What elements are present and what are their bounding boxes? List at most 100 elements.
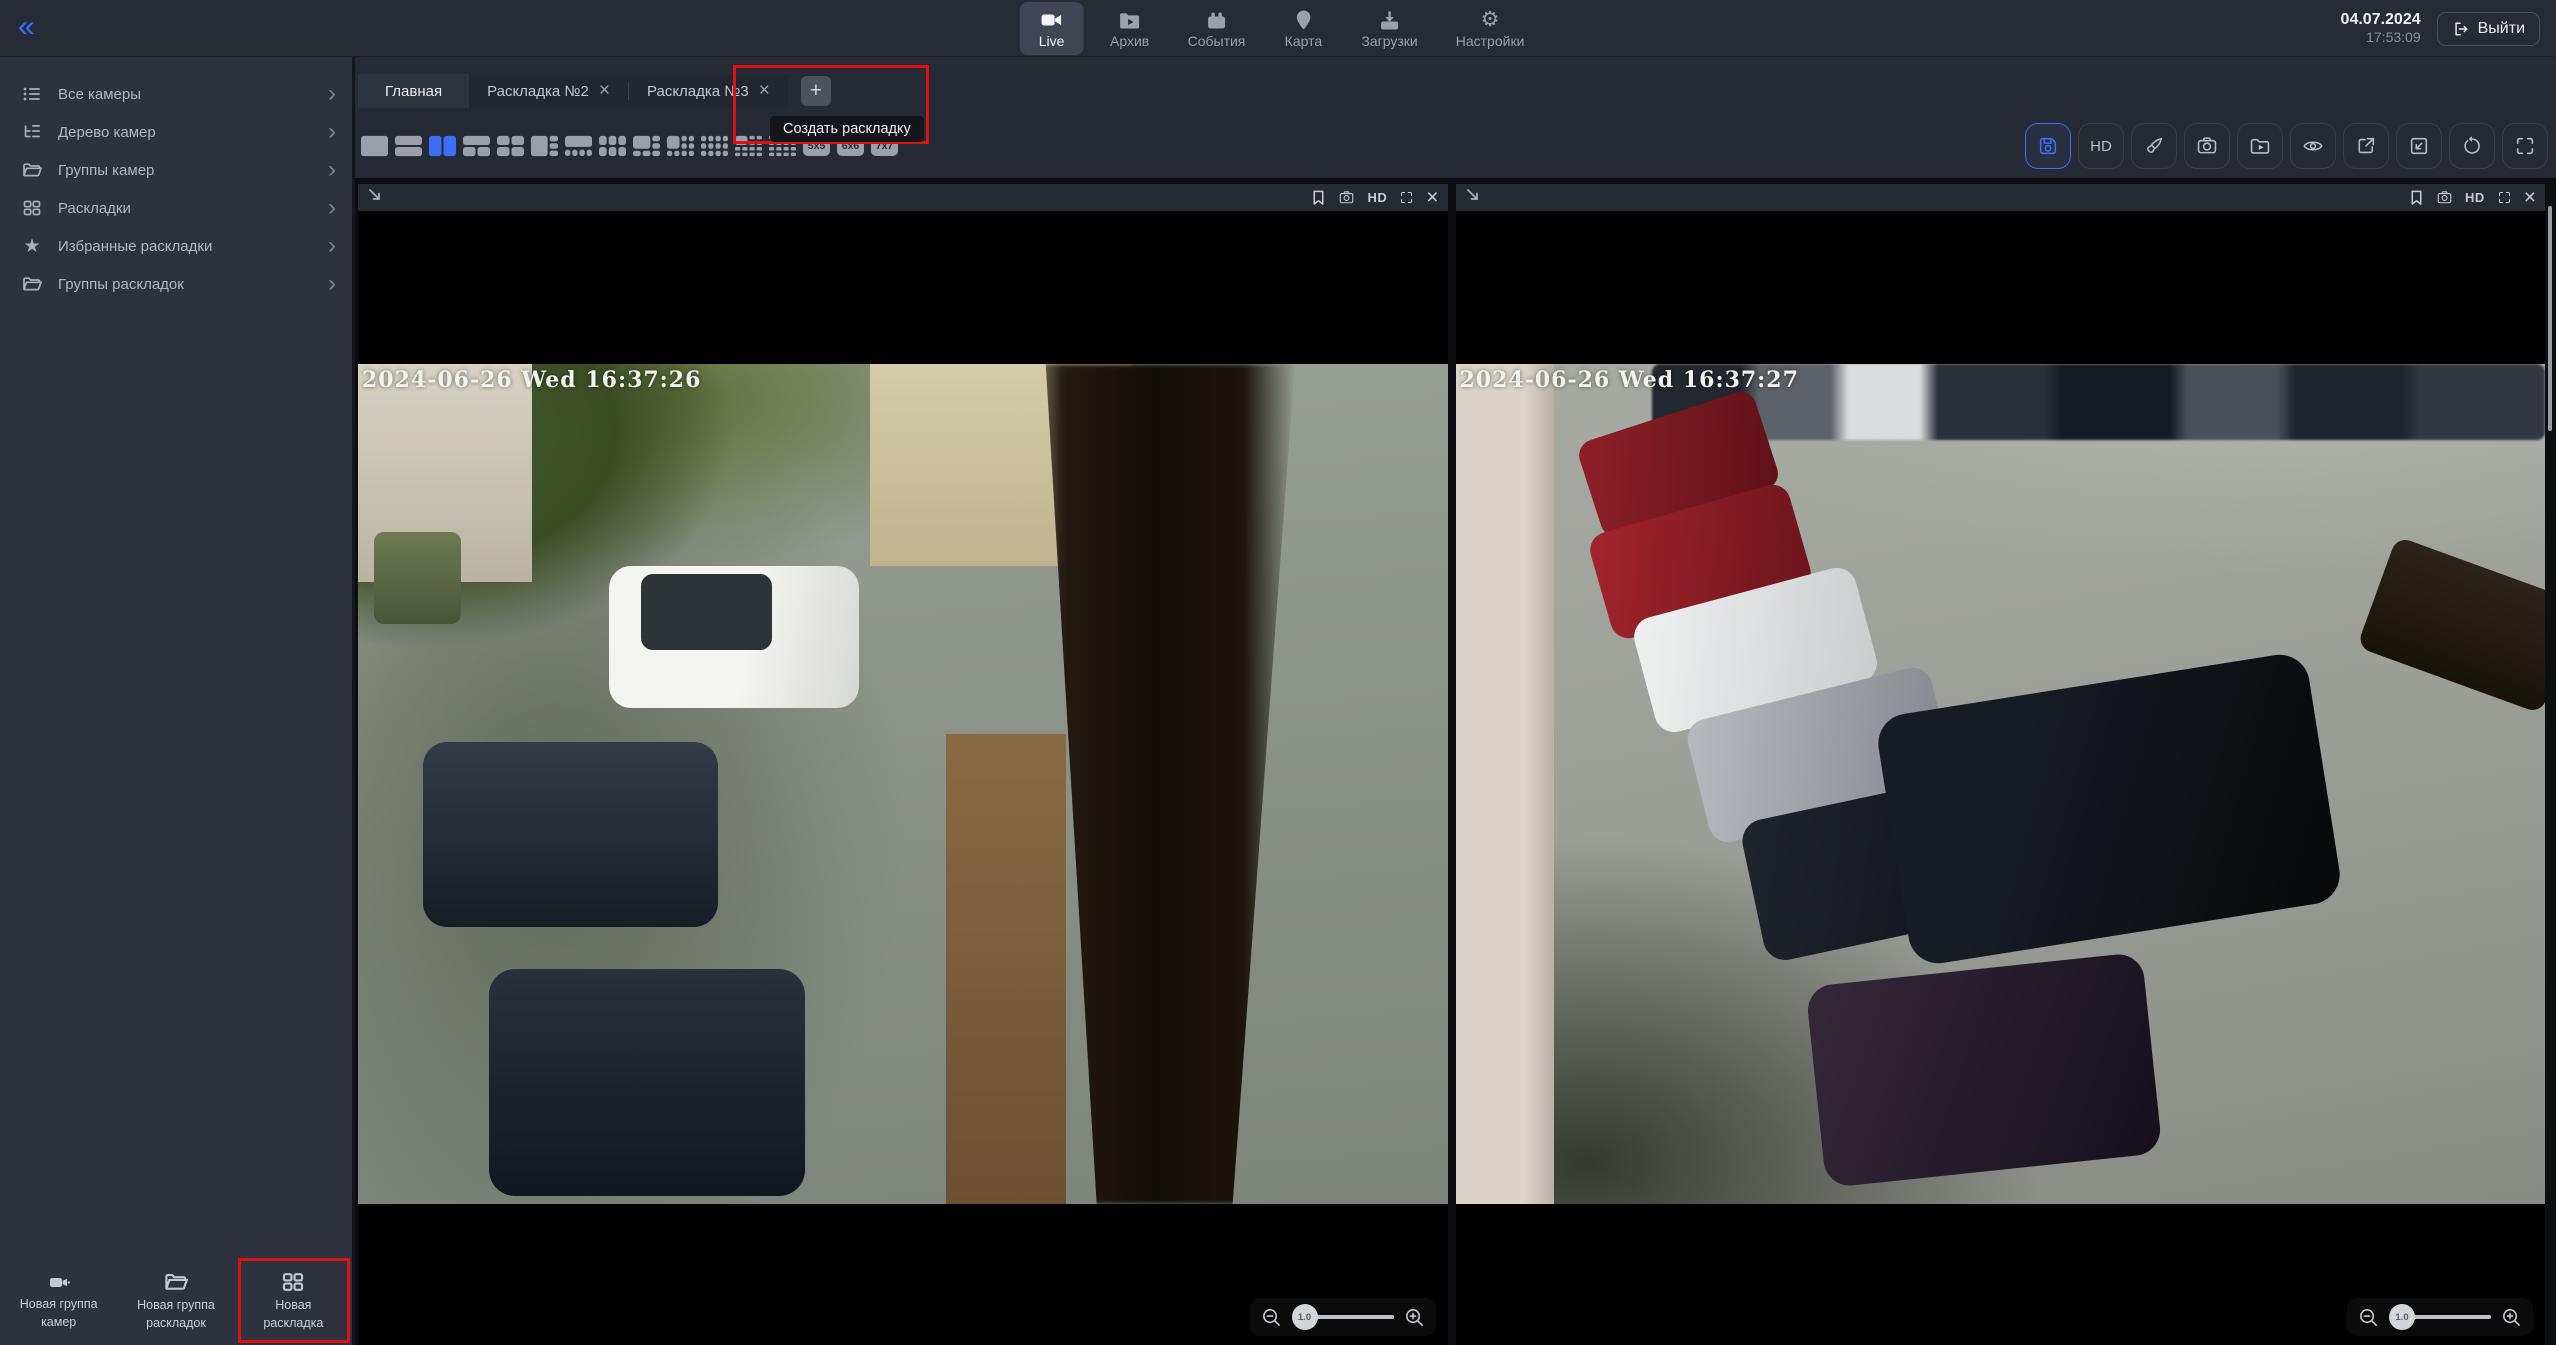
layout-option-2-cols[interactable] bbox=[429, 135, 456, 157]
layout-option-1-big-plus-3[interactable] bbox=[531, 135, 558, 157]
sidebar-item-label: Раскладки bbox=[58, 200, 328, 217]
sidebar-item-all-cameras[interactable]: Все камеры › bbox=[0, 75, 352, 113]
nav-events[interactable]: События bbox=[1176, 2, 1258, 55]
scene-shape bbox=[2356, 536, 2545, 714]
zoom-in-icon[interactable] bbox=[2501, 1307, 2522, 1328]
layout-option-3x2[interactable] bbox=[599, 135, 626, 157]
layout-option-3x4[interactable] bbox=[701, 135, 728, 157]
layout-option-2-rows[interactable] bbox=[395, 135, 422, 157]
datetime: 04.07.2024 17:53:09 bbox=[2341, 11, 2421, 46]
bookmark-icon[interactable] bbox=[2409, 189, 2424, 206]
archive-folder-icon bbox=[2249, 135, 2271, 157]
nav-downloads[interactable]: Загрузки bbox=[1349, 2, 1429, 55]
layout-option-1-wide-plus-2[interactable] bbox=[463, 135, 490, 157]
sidebar-item-label: Группы камер bbox=[58, 162, 328, 179]
zoom-slider-knob[interactable]: 1.0 bbox=[1292, 1304, 1318, 1330]
expand-diagonal-icon[interactable] bbox=[1465, 187, 1481, 208]
nav-live[interactable]: Live bbox=[1020, 2, 1084, 55]
layout-option-1-wide-plus-4[interactable] bbox=[565, 135, 592, 157]
layout-option-2x2[interactable] bbox=[497, 135, 524, 157]
panel-close-icon[interactable]: × bbox=[2524, 189, 2536, 207]
panels-scrollbar[interactable] bbox=[2548, 206, 2552, 431]
camera-tree-icon bbox=[20, 121, 44, 143]
clear-layout-button[interactable] bbox=[2131, 123, 2177, 169]
topbar-right: 04.07.2024 17:53:09 Выйти bbox=[2341, 0, 2540, 57]
panel-fullscreen-icon[interactable] bbox=[2497, 190, 2512, 205]
tab-close-icon[interactable]: × bbox=[759, 83, 770, 99]
map-pin-icon bbox=[1291, 9, 1315, 31]
zoom-slider-knob[interactable]: 1.0 bbox=[2389, 1304, 2415, 1330]
tab-main[interactable]: Главная bbox=[358, 74, 469, 108]
action-label-line1: Новая bbox=[275, 1298, 311, 1313]
expand-diagonal-icon[interactable] bbox=[367, 187, 383, 208]
refresh-rotate-button[interactable] bbox=[2449, 123, 2495, 169]
add-layout-tab-button[interactable]: + bbox=[801, 76, 831, 106]
nav-label: Загрузки bbox=[1361, 33, 1417, 49]
action-label-line1: Новая группа bbox=[137, 1298, 215, 1313]
sidebar-item-camera-groups[interactable]: Группы камер › bbox=[0, 151, 352, 189]
save-layout-button[interactable] bbox=[2025, 123, 2071, 169]
panel-header: HD × bbox=[1456, 184, 2546, 211]
videocam-icon bbox=[1040, 9, 1064, 31]
archive-folder-icon bbox=[1118, 9, 1142, 31]
sidebar-item-favorite-layouts[interactable]: ★ Избранные раскладки › bbox=[0, 227, 352, 265]
video-stream[interactable]: 2024-06-26 Wed 16:37:26 1.0 bbox=[358, 211, 1448, 1345]
bookmark-icon[interactable] bbox=[1311, 189, 1326, 206]
topbar: « Live Архив События Карта Загрузки bbox=[0, 0, 2556, 57]
floppy-save-icon bbox=[2037, 135, 2059, 157]
zoom-slider[interactable]: 1.0 bbox=[2399, 1315, 2491, 1319]
scene-shape bbox=[1456, 364, 1554, 1204]
scene-shape bbox=[1874, 651, 2344, 968]
events-icon bbox=[1204, 9, 1228, 31]
sidebar-item-camera-tree[interactable]: Дерево камер › bbox=[0, 113, 352, 151]
panel-hd-button[interactable]: HD bbox=[2465, 190, 2485, 205]
zoom-slider[interactable]: 1.0 bbox=[1302, 1315, 1394, 1319]
scene-shape bbox=[374, 532, 461, 624]
nav-map[interactable]: Карта bbox=[1271, 2, 1335, 55]
snapshot-button[interactable] bbox=[2184, 123, 2230, 169]
layout-option-big-plus-5[interactable] bbox=[633, 135, 660, 157]
zoom-out-icon[interactable] bbox=[1261, 1307, 1282, 1328]
new-layout-button[interactable]: Новая раскладка bbox=[235, 1257, 352, 1345]
chevron-right-icon: › bbox=[328, 198, 336, 218]
sidebar-item-layouts[interactable]: Раскладки › bbox=[0, 189, 352, 227]
export-button[interactable] bbox=[2343, 123, 2389, 169]
camera-list-icon bbox=[20, 83, 44, 105]
hd-quality-button[interactable]: HD bbox=[2078, 123, 2124, 169]
folder-icon bbox=[164, 1271, 188, 1293]
layout-option-1x1[interactable] bbox=[361, 135, 388, 157]
snapshot-icon[interactable] bbox=[2436, 190, 2453, 205]
panel-close-icon[interactable]: × bbox=[1426, 189, 1438, 207]
gear-icon: ⚙ bbox=[1481, 9, 1500, 31]
visibility-button[interactable] bbox=[2290, 123, 2336, 169]
new-layout-group-button[interactable]: Новая группа раскладок bbox=[117, 1257, 234, 1345]
camera-timestamp-overlay: 2024-06-26 Wed 16:37:26 bbox=[362, 367, 701, 393]
zoom-out-icon[interactable] bbox=[2358, 1307, 2379, 1328]
archive-view-button[interactable] bbox=[2237, 123, 2283, 169]
layout-option-big-plus-11[interactable] bbox=[735, 135, 762, 157]
fullscreen-button[interactable] bbox=[2502, 123, 2548, 169]
download-icon bbox=[1378, 9, 1402, 31]
panel-fullscreen-icon[interactable] bbox=[1399, 190, 1414, 205]
nav-settings[interactable]: ⚙ Настройки bbox=[1444, 2, 1537, 55]
tab-layout-3[interactable]: Раскладка №3 × bbox=[629, 74, 788, 108]
video-stream[interactable]: 2024-06-26 Wed 16:37:27 1.0 bbox=[1456, 211, 2546, 1345]
fit-resize-button[interactable] bbox=[2396, 123, 2442, 169]
export-icon bbox=[2355, 135, 2377, 157]
tab-layout-2[interactable]: Раскладка №2 × bbox=[469, 74, 628, 108]
nav-archive[interactable]: Архив bbox=[1098, 2, 1162, 55]
new-camera-group-button[interactable]: Новая группа камер bbox=[0, 1257, 117, 1345]
nav-label: Карта bbox=[1285, 33, 1322, 49]
chevron-right-icon: › bbox=[328, 274, 336, 294]
panel-header-actions: HD × bbox=[1311, 189, 1438, 207]
zoom-in-icon[interactable] bbox=[1404, 1307, 1425, 1328]
sidebar-collapse-button[interactable]: « bbox=[18, 8, 33, 46]
sidebar-menu: Все камеры › Дерево камер › Группы камер… bbox=[0, 57, 352, 303]
layout-option-big-plus-7[interactable] bbox=[667, 135, 694, 157]
zoom-controls: 1.0 bbox=[1250, 1298, 1436, 1336]
snapshot-icon[interactable] bbox=[1338, 190, 1355, 205]
logout-button[interactable]: Выйти bbox=[2437, 12, 2540, 46]
tab-close-icon[interactable]: × bbox=[599, 83, 610, 99]
panel-hd-button[interactable]: HD bbox=[1367, 190, 1387, 205]
sidebar-item-layout-groups[interactable]: Группы раскладок › bbox=[0, 265, 352, 303]
